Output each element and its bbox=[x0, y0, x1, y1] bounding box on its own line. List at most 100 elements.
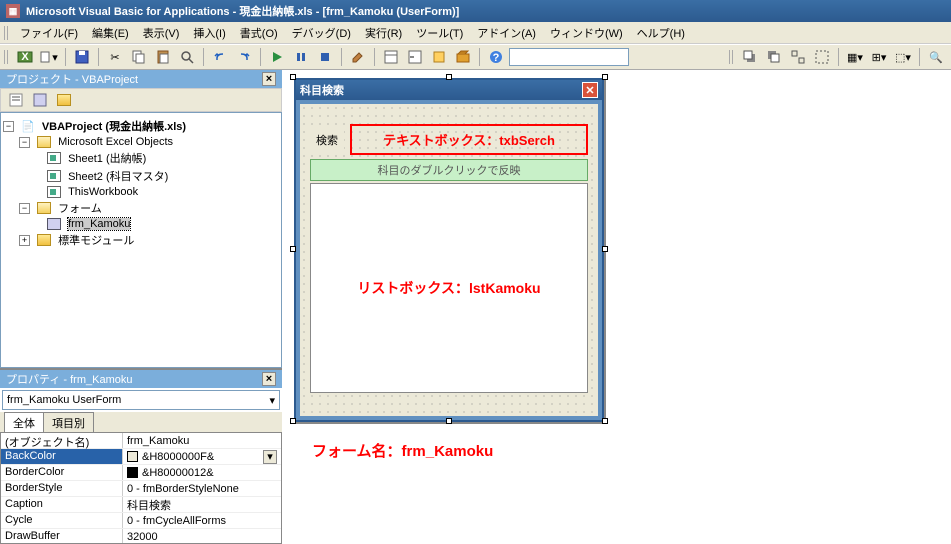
center-button[interactable]: ⊞▾ bbox=[868, 46, 890, 68]
menu-view[interactable]: 表示(V) bbox=[137, 23, 186, 43]
view-code-button[interactable] bbox=[5, 89, 27, 111]
toolbox-button[interactable] bbox=[452, 46, 474, 68]
cut-button[interactable]: ✂ bbox=[104, 46, 126, 68]
run-button[interactable] bbox=[266, 46, 288, 68]
prop-objectname-k: (オブジェクト名) bbox=[1, 433, 123, 448]
props-object-select[interactable]: frm_Kamoku UserForm ▾ bbox=[2, 390, 280, 410]
folder-icon bbox=[37, 136, 51, 148]
menu-help[interactable]: ヘルプ(H) bbox=[631, 23, 691, 43]
menu-debug[interactable]: デバッグ(D) bbox=[286, 23, 357, 43]
prop-backcolor-v[interactable]: &H8000000F&▾ bbox=[123, 449, 281, 464]
copy-button[interactable] bbox=[128, 46, 150, 68]
props-tab-all[interactable]: 全体 bbox=[4, 412, 44, 432]
tree-sheet1[interactable]: Sheet1 (出納帳) bbox=[68, 150, 146, 166]
view-excel-button[interactable]: X bbox=[14, 46, 36, 68]
project-tree[interactable]: − 📄 VBAProject (現金出納帳.xls) − Microsoft E… bbox=[0, 112, 282, 368]
size-button[interactable]: ⬚▾ bbox=[892, 46, 914, 68]
help-button[interactable]: ? bbox=[485, 46, 507, 68]
menu-run[interactable]: 実行(R) bbox=[359, 23, 408, 43]
menu-window[interactable]: ウィンドウ(W) bbox=[544, 23, 629, 43]
align-button[interactable]: ▦▾ bbox=[844, 46, 866, 68]
resize-handle[interactable] bbox=[290, 246, 296, 252]
userform-caption: 科目検索 bbox=[300, 82, 344, 98]
resize-handle[interactable] bbox=[446, 74, 452, 80]
expand-icon[interactable]: − bbox=[3, 121, 14, 132]
bring-front-button[interactable] bbox=[739, 46, 761, 68]
tree-modules[interactable]: 標準モジュール bbox=[58, 232, 134, 248]
search-label: 検索 bbox=[310, 130, 344, 150]
project-panel-close[interactable]: × bbox=[262, 72, 276, 86]
design-mode-button[interactable] bbox=[347, 46, 369, 68]
menubar: ファイル(F) 編集(E) 表示(V) 挿入(I) 書式(O) デバッグ(D) … bbox=[0, 22, 951, 44]
resize-handle[interactable] bbox=[602, 74, 608, 80]
ungroup-button[interactable] bbox=[811, 46, 833, 68]
prop-drawbuffer-v[interactable]: 32000 bbox=[123, 529, 281, 544]
save-button[interactable] bbox=[71, 46, 93, 68]
props-panel-title: プロパティ - frm_Kamoku × bbox=[0, 370, 282, 388]
prop-bordercolor-v[interactable]: &H80000012& bbox=[123, 465, 281, 480]
prop-bordercolor-k: BorderColor bbox=[1, 465, 123, 480]
prop-cycle-v[interactable]: 0 - fmCycleAllForms bbox=[123, 513, 281, 528]
menu-format[interactable]: 書式(O) bbox=[234, 23, 284, 43]
object-browser-button[interactable] bbox=[428, 46, 450, 68]
zoom-button[interactable]: 🔍 bbox=[925, 46, 947, 68]
toggle-folders-button[interactable] bbox=[53, 89, 75, 111]
resize-handle[interactable] bbox=[602, 418, 608, 424]
resize-handle[interactable] bbox=[290, 418, 296, 424]
tree-frm-kamoku[interactable]: frm_Kamoku bbox=[68, 218, 130, 230]
project-panel-toolbar bbox=[0, 88, 282, 112]
view-object-button[interactable] bbox=[29, 89, 51, 111]
resize-handle[interactable] bbox=[446, 418, 452, 424]
prop-caption-v[interactable]: 科目検索 bbox=[123, 497, 281, 512]
props-tab-category[interactable]: 項目別 bbox=[43, 412, 94, 432]
form-toolbar-grip[interactable] bbox=[729, 50, 733, 64]
props-panel-close[interactable]: × bbox=[262, 372, 276, 386]
lstKamoku-listbox[interactable]: リストボックス：lstKamoku bbox=[310, 183, 588, 393]
form-icon bbox=[47, 218, 61, 230]
hint-label: 科目のダブルクリックで反映 bbox=[310, 159, 588, 181]
tree-excel-objects[interactable]: Microsoft Excel Objects bbox=[58, 136, 173, 148]
userform-titlebar[interactable]: 科目検索 ✕ bbox=[296, 80, 602, 100]
menu-edit[interactable]: 編集(E) bbox=[86, 23, 135, 43]
tree-root[interactable]: VBAProject (現金出納帳.xls) bbox=[42, 118, 186, 134]
userform-designer[interactable]: 科目検索 ✕ 検索 テキストボックス：txbSerch 科目のダブルクリックで反… bbox=[294, 78, 604, 422]
procedure-dropdown[interactable] bbox=[509, 48, 629, 66]
reset-button[interactable] bbox=[314, 46, 336, 68]
break-button[interactable] bbox=[290, 46, 312, 68]
menu-insert[interactable]: 挿入(I) bbox=[187, 23, 231, 43]
prop-borderstyle-v[interactable]: 0 - fmBorderStyleNone bbox=[123, 481, 281, 496]
paste-button[interactable] bbox=[152, 46, 174, 68]
redo-button[interactable] bbox=[233, 46, 255, 68]
resize-handle[interactable] bbox=[602, 246, 608, 252]
tree-thisworkbook[interactable]: ThisWorkbook bbox=[68, 186, 138, 198]
userform-close-button[interactable]: ✕ bbox=[582, 82, 598, 98]
properties-window-button[interactable] bbox=[404, 46, 426, 68]
standard-toolbar: X ▾ ✂ ? ▦▾ ⊞▾ ⬚▾ 🔍 bbox=[0, 44, 951, 70]
project-panel-title: プロジェクト - VBAProject × bbox=[0, 70, 282, 88]
group-button[interactable] bbox=[787, 46, 809, 68]
txbSerch-textbox[interactable]: テキストボックス：txbSerch bbox=[350, 124, 588, 155]
undo-button[interactable] bbox=[209, 46, 231, 68]
chevron-down-icon[interactable]: ▾ bbox=[263, 450, 277, 464]
expand-icon[interactable]: + bbox=[19, 235, 30, 246]
project-explorer-button[interactable] bbox=[380, 46, 402, 68]
send-back-button[interactable] bbox=[763, 46, 785, 68]
toolbar-grip[interactable] bbox=[4, 50, 8, 64]
userform[interactable]: 科目検索 ✕ 検索 テキストボックス：txbSerch 科目のダブルクリックで反… bbox=[294, 78, 604, 422]
tree-sheet2[interactable]: Sheet2 (科目マスタ) bbox=[68, 168, 168, 184]
menu-addins[interactable]: アドイン(A) bbox=[471, 23, 542, 43]
insert-dropdown[interactable]: ▾ bbox=[38, 46, 60, 68]
expand-icon[interactable]: − bbox=[19, 137, 30, 148]
sheet-icon bbox=[47, 152, 61, 164]
props-grid[interactable]: (オブジェクト名)frm_Kamoku BackColor&H8000000F&… bbox=[0, 432, 282, 544]
menubar-grip[interactable] bbox=[4, 26, 8, 40]
menu-file[interactable]: ファイル(F) bbox=[14, 23, 84, 43]
project-panel-label: プロジェクト - VBAProject bbox=[6, 71, 138, 87]
menu-tools[interactable]: ツール(T) bbox=[410, 23, 469, 43]
expand-icon[interactable]: − bbox=[19, 203, 30, 214]
find-button[interactable] bbox=[176, 46, 198, 68]
tree-forms[interactable]: フォーム bbox=[58, 200, 102, 216]
resize-handle[interactable] bbox=[290, 74, 296, 80]
prop-objectname-v[interactable]: frm_Kamoku bbox=[123, 433, 281, 448]
app-icon: ▦ bbox=[6, 4, 20, 18]
